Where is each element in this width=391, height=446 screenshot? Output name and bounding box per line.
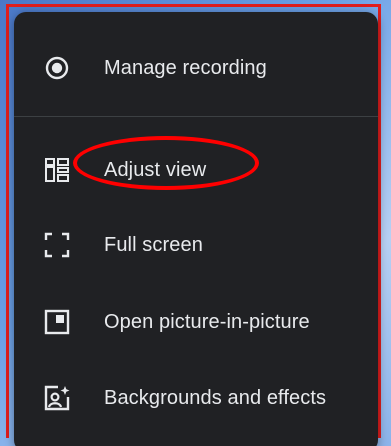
picture-in-picture-icon xyxy=(44,309,70,335)
record-icon xyxy=(44,55,70,81)
menu-item-manage-recording[interactable]: Manage recording xyxy=(14,38,378,98)
menu-item-label: Manage recording xyxy=(104,56,267,79)
menu-item-label: Adjust view xyxy=(104,158,207,181)
backgrounds-effects-icon xyxy=(44,385,70,411)
menu-item-full-screen[interactable]: Full screen xyxy=(14,215,378,275)
menu-item-label: Backgrounds and effects xyxy=(104,386,327,409)
fullscreen-icon xyxy=(44,232,70,258)
menu-item-adjust-view[interactable]: Adjust view xyxy=(14,140,378,200)
menu-divider xyxy=(14,116,378,117)
menu-item-backgrounds-effects[interactable]: Backgrounds and effects xyxy=(14,368,378,428)
more-options-menu: Manage recording Adjust view Full screen xyxy=(14,12,378,446)
menu-item-label: Open picture-in-picture xyxy=(104,310,310,333)
menu-item-label: Full screen xyxy=(104,233,203,256)
grid-layout-icon xyxy=(44,157,70,183)
menu-item-picture-in-picture[interactable]: Open picture-in-picture xyxy=(14,292,378,352)
